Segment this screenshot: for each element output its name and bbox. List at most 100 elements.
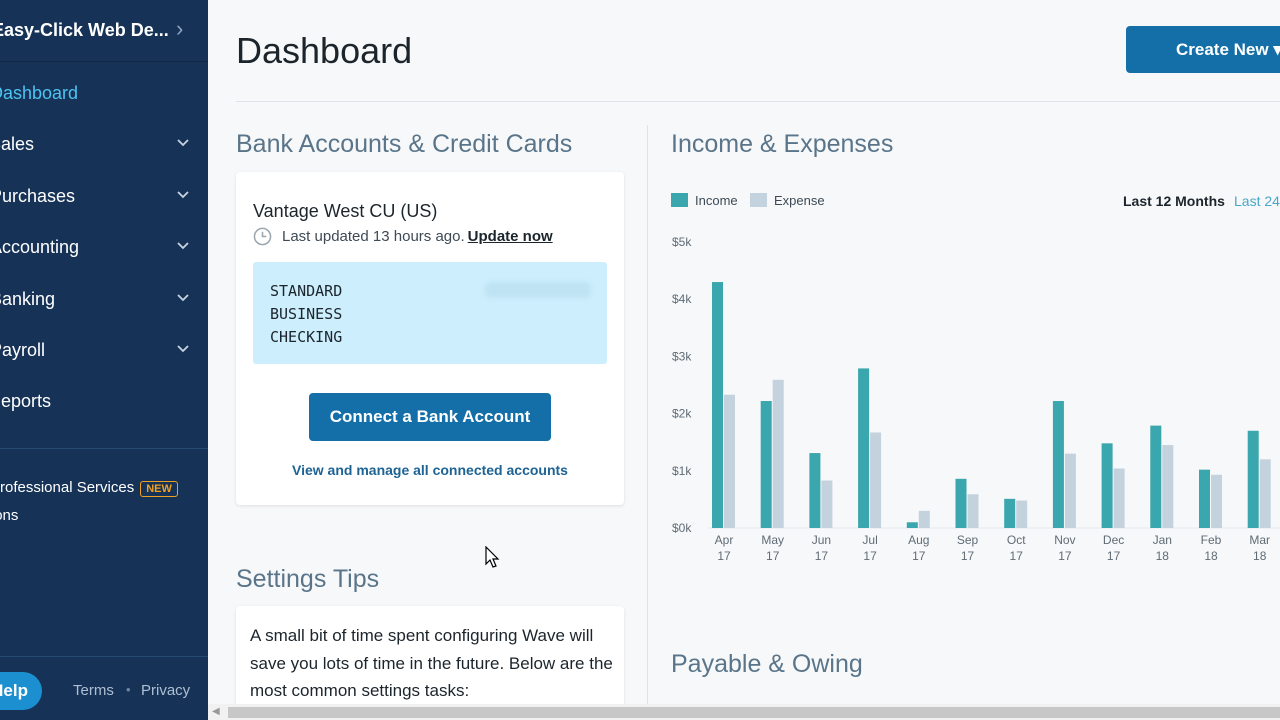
- redacted-balance: [485, 282, 591, 298]
- income-bar[interactable]: [906, 522, 918, 528]
- income-expenses-title: Income & Expenses: [671, 130, 894, 158]
- terms-link[interactable]: Terms: [73, 682, 114, 699]
- range-last-12-months[interactable]: Last 12 Months: [1123, 193, 1225, 209]
- mouse-cursor-icon: [485, 546, 500, 568]
- sidebar-item-banking[interactable]: Banking: [0, 279, 208, 319]
- sidebar-divider: [0, 448, 208, 449]
- expense-bar[interactable]: [918, 510, 930, 528]
- x-tick-label: Jun: [812, 533, 831, 547]
- x-tick-label: 17: [961, 549, 975, 563]
- sidebar-item-professional-services[interactable]: Professional Services NEW: [0, 479, 178, 497]
- settings-tips-title: Settings Tips: [236, 565, 380, 593]
- privacy-link[interactable]: Privacy: [141, 682, 190, 699]
- chevron-down-icon: [177, 242, 189, 250]
- manage-accounts-link[interactable]: View and manage all connected accounts: [236, 462, 624, 478]
- sidebar-item-label: Reports: [0, 391, 52, 411]
- scrollbar-thumb[interactable]: [228, 707, 1280, 718]
- sidebar: Easy-Click Web De... › Dashboard Sales Pur…: [0, 0, 208, 720]
- sidebar-item-integrations[interactable]: Integrations: [0, 507, 18, 524]
- sidebar-item-sales[interactable]: Sales: [0, 124, 208, 164]
- help-button[interactable]: Help: [0, 672, 42, 710]
- range-last-24-months[interactable]: Last 24: [1234, 193, 1280, 209]
- expense-bar[interactable]: [1016, 500, 1028, 528]
- business-name: Easy-Click Web De...: [0, 20, 169, 40]
- income-bar[interactable]: [1004, 498, 1016, 528]
- income-bar[interactable]: [712, 282, 723, 528]
- sidebar-item-payroll[interactable]: Payroll: [0, 330, 208, 370]
- x-tick-label: Feb: [1201, 533, 1222, 547]
- payable-owing-title: Payable & Owing: [671, 650, 863, 678]
- x-tick-label: Aug: [908, 533, 929, 547]
- x-tick-label: Sep: [957, 533, 979, 547]
- connect-bank-account-button[interactable]: Connect a Bank Account: [309, 393, 551, 441]
- income-bar[interactable]: [1199, 469, 1210, 528]
- income-bar[interactable]: [1101, 443, 1113, 528]
- update-now-link[interactable]: Update now: [468, 228, 553, 245]
- income-bar[interactable]: [1052, 401, 1064, 528]
- bank-accounts-title: Bank Accounts & Credit Cards: [236, 130, 573, 158]
- expense-bar[interactable]: [1162, 445, 1174, 528]
- scroll-left-arrow-icon[interactable]: ◀: [212, 706, 220, 717]
- y-tick-label: $3k: [672, 349, 692, 363]
- sidebar-item-label: Accounting: [0, 237, 80, 257]
- expense-bar[interactable]: [870, 432, 882, 528]
- expense-bar[interactable]: [1113, 468, 1125, 528]
- sidebar-item-label: Integrations: [0, 507, 19, 524]
- x-tick-label: Nov: [1054, 533, 1075, 547]
- sidebar-item-label: Professional Services: [0, 479, 135, 496]
- income-bar[interactable]: [809, 453, 821, 528]
- settings-tips-text: A small bit of time spent configuring Wa…: [250, 626, 613, 700]
- expense-bar[interactable]: [967, 494, 979, 528]
- x-tick-label: Apr: [715, 533, 734, 547]
- expense-bar[interactable]: [821, 480, 833, 528]
- sidebar-item-label: Purchases: [0, 186, 76, 206]
- business-switcher[interactable]: Easy-Click Web De... ›: [0, 0, 208, 62]
- income-legend-label: Income: [695, 193, 738, 208]
- expense-bar[interactable]: [1259, 459, 1271, 528]
- expense-bar[interactable]: [1211, 474, 1222, 528]
- x-tick-label: 17: [863, 549, 877, 563]
- header-divider: [236, 101, 1280, 102]
- chevron-down-icon: [177, 294, 189, 302]
- expense-bar[interactable]: [1064, 453, 1076, 528]
- expense-bar[interactable]: [772, 379, 784, 528]
- account-name: STANDARD BUSINESS CHECKING: [270, 282, 343, 346]
- income-bar[interactable]: [858, 368, 870, 528]
- x-tick-label: May: [761, 533, 784, 547]
- x-tick-label: 17: [815, 549, 829, 563]
- expense-legend-label: Expense: [774, 193, 825, 208]
- last-updated-label: Last updated 13 hours ago.: [282, 228, 465, 245]
- sidebar-divider: [0, 656, 208, 657]
- x-tick-label: 17: [766, 549, 780, 563]
- x-tick-label: Jul: [862, 533, 877, 547]
- sidebar-item-accounting[interactable]: Accounting: [0, 227, 208, 267]
- sidebar-item-purchases[interactable]: Purchases: [0, 176, 208, 216]
- income-bar[interactable]: [760, 401, 772, 528]
- x-tick-label: 17: [1058, 549, 1072, 563]
- x-tick-label: 17: [912, 549, 926, 563]
- x-tick-label: Dec: [1103, 533, 1124, 547]
- expense-bar[interactable]: [724, 394, 735, 528]
- chevron-right-icon: ›: [176, 16, 184, 41]
- income-bar[interactable]: [1150, 425, 1162, 528]
- page-title: Dashboard: [236, 30, 413, 71]
- y-tick-label: $4k: [672, 292, 692, 306]
- sidebar-item-reports[interactable]: Reports: [0, 381, 208, 421]
- create-new-label: Create New ▾: [1176, 40, 1280, 59]
- sidebar-item-label: Dashboard: [0, 83, 79, 103]
- bank-account-row[interactable]: STANDARD BUSINESS CHECKING: [253, 262, 607, 364]
- x-tick-label: Oct: [1007, 533, 1026, 547]
- sidebar-item-dashboard[interactable]: Dashboard: [0, 73, 208, 113]
- x-tick-label: 18: [1253, 549, 1267, 563]
- create-new-button[interactable]: Create New ▾: [1126, 26, 1280, 73]
- income-bar[interactable]: [955, 478, 967, 528]
- x-tick-label: 18: [1204, 549, 1218, 563]
- x-tick-label: 17: [1010, 549, 1024, 563]
- income-bar[interactable]: [1247, 430, 1259, 528]
- y-tick-label: $1k: [672, 464, 692, 478]
- x-tick-label: 17: [1107, 549, 1121, 563]
- sidebar-item-label: Payroll: [0, 340, 46, 360]
- income-legend-swatch: [671, 193, 688, 207]
- help-label: Help: [0, 681, 28, 700]
- chevron-down-icon: [177, 191, 189, 199]
